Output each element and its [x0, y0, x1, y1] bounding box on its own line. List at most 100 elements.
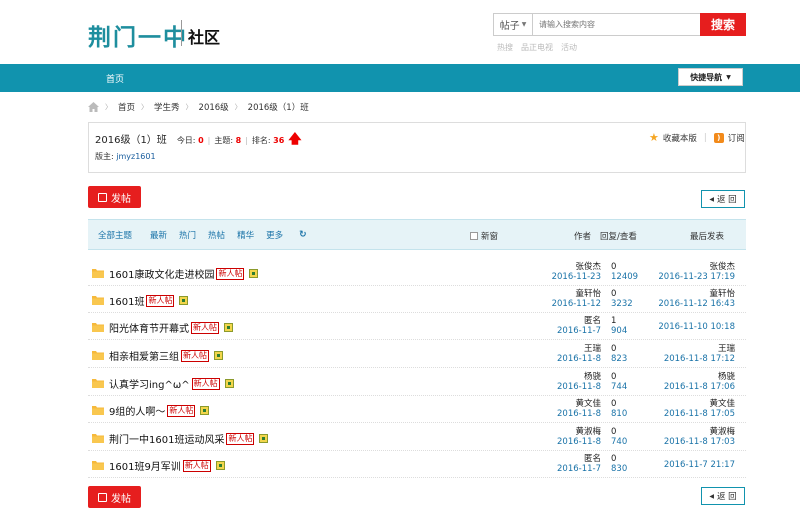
last-post-time[interactable]: 2016-11-23 17:19 — [658, 272, 735, 282]
breadcrumb-item[interactable]: 学生秀 — [154, 101, 180, 113]
tab-hot-threads[interactable]: 热帖 — [208, 229, 225, 241]
thread-counts: 0 3232 — [611, 289, 633, 309]
thread-title[interactable]: 认真学习ing^ω^ — [109, 376, 190, 391]
last-post-time[interactable]: 2016-11-8 17:06 — [664, 382, 735, 392]
folder-icon — [92, 323, 104, 332]
thread-title[interactable]: 相亲相爱第三组 — [109, 348, 179, 363]
new-window-label: 新窗 — [481, 232, 499, 242]
last-post-user[interactable]: 杨骁 — [718, 372, 735, 382]
thread-author[interactable]: 黄文佳 — [575, 399, 601, 409]
thread-author[interactable]: 匿名 — [584, 454, 601, 464]
breadcrumb-item[interactable]: 首页 — [118, 101, 135, 113]
back-button-bottom[interactable]: ◀ 返 回 — [701, 487, 745, 505]
thread-title-group: 认真学习ing^ω^ 新人帖 — [109, 376, 234, 391]
thread-title[interactable]: 阳光体育节开幕式 — [109, 320, 189, 335]
thread-row: 1601班9月军训 新人帖 匿名 2016-11-7 0 830 2016-11-7 21:… — [88, 451, 746, 478]
arrow-up-icon: 🡅 — [288, 132, 302, 147]
thread-author[interactable]: 童轩怡 — [575, 289, 601, 299]
new-user-badge: 新人帖 — [167, 404, 196, 417]
last-post-user[interactable]: 黄文佳 — [709, 399, 735, 409]
tab-hot[interactable]: 热门 — [179, 229, 196, 241]
quick-nav-button[interactable]: 快捷导航 ▼ — [678, 68, 743, 86]
tab-latest[interactable]: 最新 — [150, 229, 167, 241]
thread-counts: 0 744 — [611, 372, 627, 392]
thread-date: 2016-11-7 — [557, 464, 601, 474]
tab-digest[interactable]: 精华 — [237, 229, 254, 241]
thread-title[interactable]: 荆门一中1601班运动风采 — [109, 431, 224, 446]
thread-row: 1601班 新人帖 童轩怡 2016-11-12 0 3232 童轩怡 2016-11-12 … — [88, 286, 746, 313]
last-post-user[interactable]: 童轩怡 — [709, 289, 735, 299]
thread-title-group: 相亲相爱第三组 新人帖 — [109, 348, 223, 363]
last-post-cell: 王瑞 2016-11-8 17:12 — [664, 344, 735, 364]
last-post-time[interactable]: 2016-11-8 17:12 — [664, 354, 735, 364]
tab-more[interactable]: 更多 — [266, 229, 283, 241]
nav-home-link[interactable]: 首页 — [106, 72, 124, 85]
new-post-label: 发帖 — [111, 193, 131, 205]
last-post-cell: 张俊杰 2016-11-23 17:19 — [658, 262, 735, 282]
thread-author-cell: 杨骁 2016-11-8 — [557, 372, 601, 392]
subscribe-link[interactable]: 订阅 — [728, 132, 745, 144]
thread-author[interactable]: 黄淑梅 — [575, 427, 601, 437]
view-count: 830 — [611, 464, 628, 474]
last-post-user[interactable]: 张俊杰 — [709, 262, 735, 272]
thread-row: 荆门一中1601班运动风采 新人帖 黄淑梅 2016-11-8 0 740 黄淑梅 2016-… — [88, 424, 746, 451]
new-window-checkbox[interactable] — [470, 232, 478, 240]
breadcrumb-separator-icon: 〉 — [185, 103, 193, 111]
thread-counts: 0 810 — [611, 399, 627, 419]
logo-divider — [181, 20, 182, 46]
last-post-time[interactable]: 2016-11-8 17:05 — [664, 409, 735, 419]
new-user-badge: 新人帖 — [191, 377, 220, 390]
thread-author[interactable]: 张俊杰 — [575, 262, 601, 272]
view-count: 744 — [611, 382, 628, 392]
tab-all[interactable]: 全部主题 — [98, 229, 132, 241]
new-user-badge: 新人帖 — [191, 321, 219, 334]
thread-author[interactable]: 王瑞 — [584, 344, 601, 354]
search-type-select[interactable]: 帖子 ▼ — [494, 14, 533, 35]
thread-title[interactable]: 1601康政文化走进校园 — [109, 266, 214, 281]
breadcrumb-item[interactable]: 2016级 — [199, 101, 229, 113]
image-attachment-icon — [214, 351, 223, 360]
thread-title-group: 阳光体育节开幕式 新人帖 — [109, 320, 233, 335]
thread-author[interactable]: 匿名 — [584, 316, 601, 326]
thread-author[interactable]: 杨骁 — [584, 372, 601, 382]
hot-link[interactable]: 热搜 — [497, 42, 513, 53]
last-post-user[interactable]: 黄淑梅 — [709, 427, 735, 437]
home-icon[interactable] — [88, 102, 99, 112]
new-post-button[interactable]: 发帖 — [88, 186, 141, 208]
back-button[interactable]: ◀ 返 回 — [701, 190, 745, 208]
new-post-button-bottom[interactable]: 发帖 — [88, 486, 141, 508]
new-window-toggle[interactable]: 新窗 — [470, 230, 498, 242]
last-post-time[interactable]: 2016-11-7 21:17 — [664, 460, 735, 470]
hot-link[interactable]: 活动 — [561, 42, 577, 53]
folder-icon — [92, 351, 104, 360]
last-post-cell: 2016-11-10 10:18 — [658, 322, 735, 332]
hot-link[interactable]: 品正电视 — [521, 42, 553, 53]
folder-icon — [92, 379, 104, 388]
thread-title[interactable]: 1601班 — [109, 293, 144, 308]
thread-date: 2016-11-12 — [551, 299, 601, 309]
site-logo[interactable]: 荆门一中 — [88, 18, 188, 52]
image-attachment-icon — [224, 379, 234, 388]
reply-count: 0 — [611, 372, 617, 382]
last-post-time[interactable]: 2016-11-8 17:03 — [664, 437, 735, 447]
last-post-time[interactable]: 2016-11-12 16:43 — [658, 299, 735, 309]
search-type-label: 帖子 — [499, 21, 520, 32]
thread-author-cell: 王瑞 2016-11-8 — [557, 344, 601, 364]
thread-title[interactable]: 9组的人啊～ — [109, 403, 165, 418]
last-post-time[interactable]: 2016-11-10 10:18 — [658, 322, 735, 332]
edit-icon — [98, 492, 107, 502]
moderator-link[interactable]: jmyz1601 — [116, 152, 155, 161]
thread-title-group: 9组的人啊～ 新人帖 — [109, 403, 210, 418]
reply-count: 0 — [611, 399, 617, 409]
last-post-user[interactable]: 王瑞 — [718, 344, 735, 354]
search-button[interactable]: 搜索 — [700, 13, 746, 36]
refresh-icon[interactable]: ↻ — [299, 230, 307, 240]
forum-info-panel — [88, 122, 746, 173]
favorite-link[interactable]: 收藏本版 — [663, 132, 697, 144]
search-input[interactable] — [533, 14, 700, 35]
breadcrumb-separator-icon: 〉 — [141, 103, 149, 111]
image-attachment-icon — [215, 461, 225, 470]
chevron-down-icon: ▼ — [726, 73, 731, 81]
rank-stat: 排名: 36 — [251, 136, 285, 145]
thread-title[interactable]: 1601班9月军训 — [109, 458, 181, 473]
